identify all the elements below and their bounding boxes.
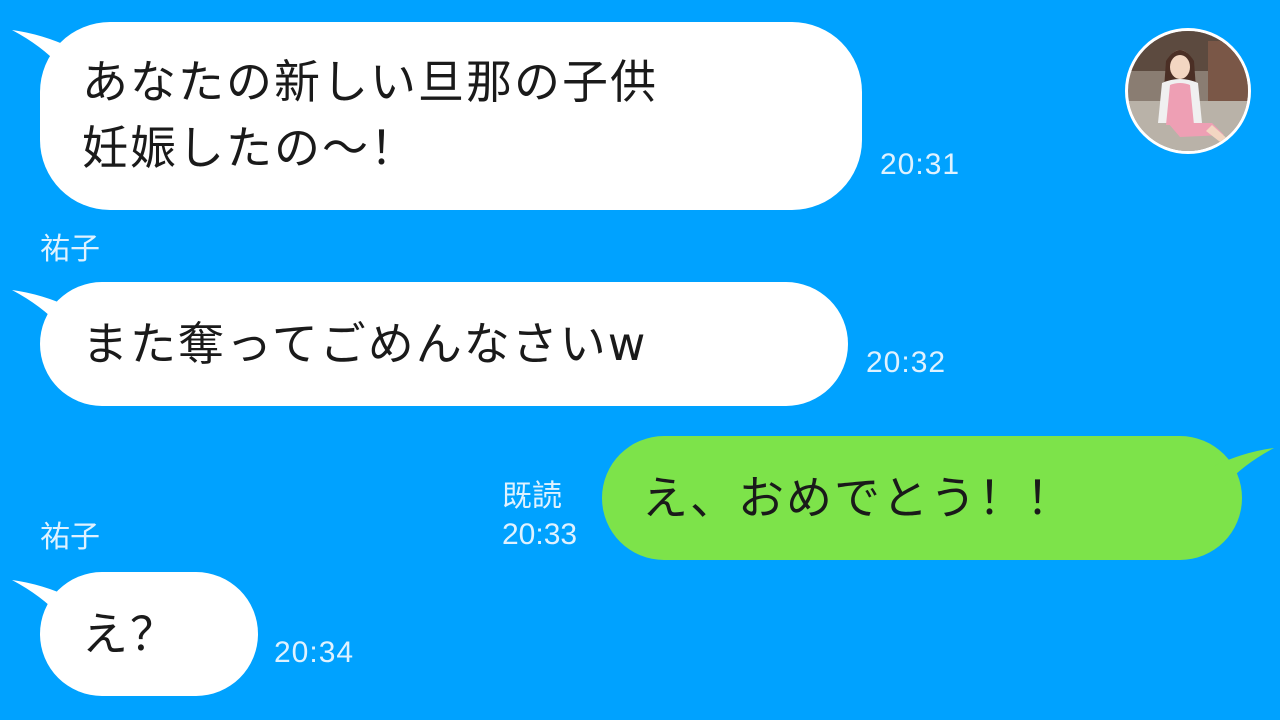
message-time: 20:31 [880,148,961,181]
message-bubble[interactable]: え？ [40,572,258,696]
message-time: 20:34 [274,636,355,669]
read-receipt: 既読 20:33 [502,478,577,554]
message-time: 20:33 [502,518,578,551]
message-text-line: また奪ってごめんなさいw [82,317,648,371]
message-text-line: あなたの新しい旦那の子供 [82,55,658,109]
read-status: 既読 [502,480,562,513]
message-bubble[interactable]: あなたの新しい旦那の子供 妊娠したの〜！ [40,22,862,210]
message-bubble[interactable]: また奪ってごめんなさいw [40,282,848,406]
message-time: 20:32 [866,346,947,379]
message-text-line: え、おめでとう！！ [642,471,1074,525]
message-text-line: え？ [82,607,178,661]
sender-name: 祐子 [40,232,100,267]
message-bubble[interactable]: え、おめでとう！！ [602,436,1242,560]
message-text-line: 妊娠したの〜！ [82,121,418,175]
contact-avatar[interactable] [1125,28,1251,154]
avatar-photo-icon [1128,31,1248,151]
bubble-tail-icon [1214,448,1274,484]
sender-name: 祐子 [40,520,100,555]
